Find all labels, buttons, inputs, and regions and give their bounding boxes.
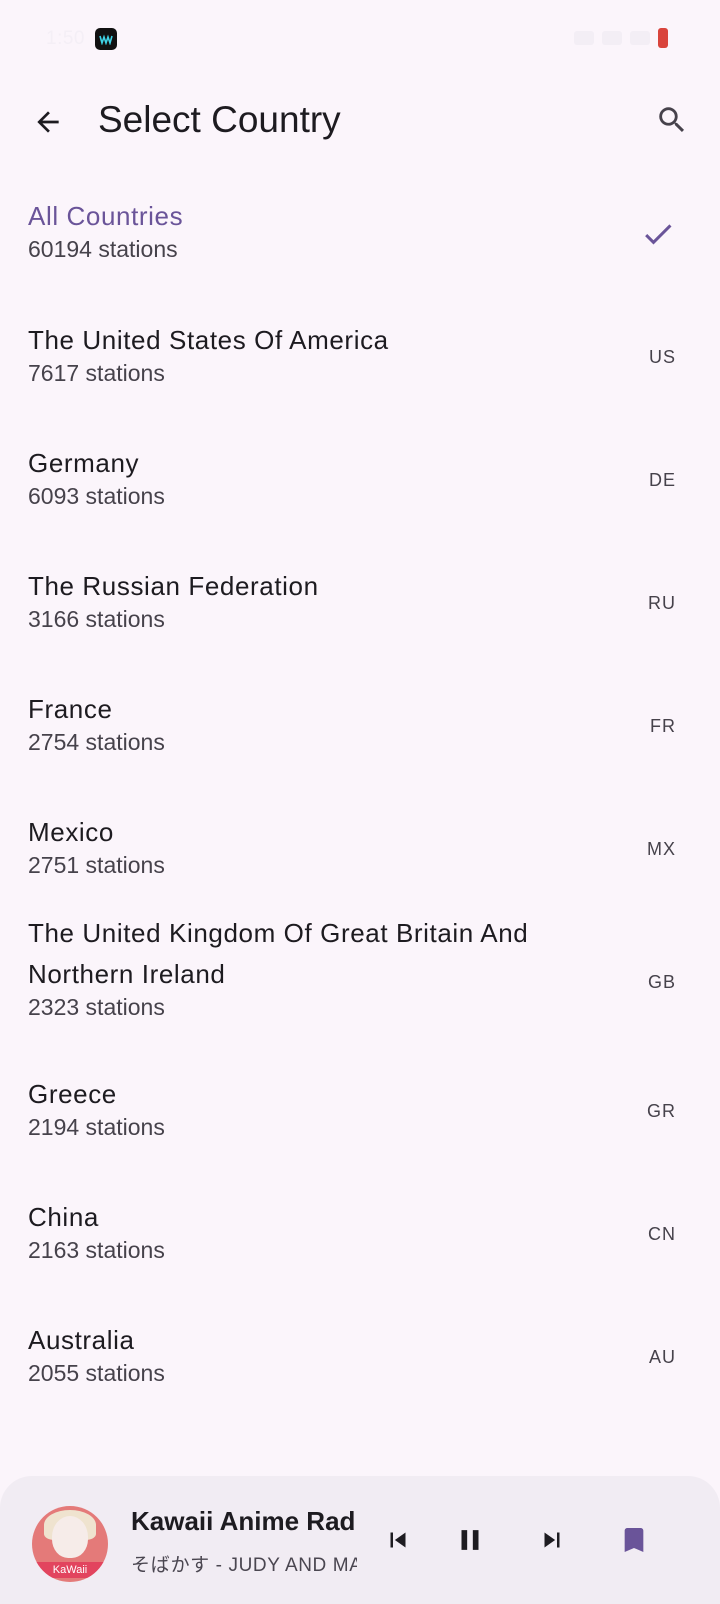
bookmark-icon [624, 1528, 644, 1552]
now-playing-track: そばかす - JUDY AND MARY [131, 1555, 357, 1576]
station-count: 2194 stations [28, 1114, 165, 1140]
country-name: Greece [28, 1079, 117, 1109]
station-title: Kawaii Anime Radio [131, 1506, 357, 1536]
page-title: Select Country [98, 99, 341, 140]
country-code: GB [647, 972, 676, 992]
country-list: All Countries 60194 stations The United … [0, 176, 720, 1433]
app-notification-icon [94, 28, 117, 50]
country-item-us[interactable]: The United States Of America 7617 statio… [0, 300, 720, 423]
status-left: 1:50 [46, 28, 117, 50]
top-app-bar: Select Country [0, 80, 720, 160]
alarm-icon [574, 31, 594, 45]
station-count: 2754 stations [28, 729, 165, 755]
country-item-de[interactable]: Germany 6093 stations DE [0, 423, 720, 546]
station-count: 6093 stations [28, 483, 165, 509]
previous-button[interactable] [376, 1518, 420, 1562]
back-button[interactable] [24, 98, 72, 146]
country-item-mx[interactable]: Mexico 2751 stations MX [0, 792, 720, 908]
country-code: DE [648, 470, 676, 490]
country-name: All Countries [28, 201, 184, 231]
country-name: China [28, 1202, 99, 1232]
artwork-face [52, 1516, 88, 1558]
pause-icon [461, 1530, 479, 1550]
station-count: 2751 stations [28, 852, 165, 878]
country-name: Australia [28, 1325, 135, 1355]
search-button[interactable] [648, 96, 696, 144]
country-code: CN [648, 1224, 676, 1244]
mini-player[interactable]: KaWaii Kawaii Anime Radio そばかす - JUDY AN… [0, 1476, 720, 1604]
station-count: 2163 stations [28, 1237, 165, 1263]
country-item-au[interactable]: Australia 2055 stations AU [0, 1310, 720, 1433]
bookmark-button[interactable] [612, 1518, 656, 1562]
country-code: GR [647, 1101, 676, 1121]
station-count: 60194 stations [28, 236, 178, 262]
wifi-icon [630, 31, 650, 45]
country-name: France [28, 694, 113, 724]
check-icon [645, 224, 672, 245]
signal-icon [602, 31, 622, 45]
country-item-gr[interactable]: Greece 2194 stations GR [0, 1064, 720, 1187]
skip-next-icon [544, 1532, 560, 1548]
station-count: 3166 stations [28, 606, 165, 632]
country-item-ru[interactable]: The Russian Federation 3166 stations RU [0, 546, 720, 669]
country-name: The United States Of America [28, 325, 389, 355]
country-code: RU [648, 593, 676, 613]
country-code: MX [647, 839, 676, 859]
status-time: 1:50 [46, 28, 85, 49]
station-count: 2323 stations [28, 994, 165, 1020]
station-count: 2055 stations [28, 1360, 165, 1386]
skip-previous-icon [390, 1532, 406, 1548]
country-name: The United Kingdom Of Great Britain And [28, 918, 529, 948]
country-item-gb[interactable]: The United Kingdom Of Great Britain And … [0, 908, 720, 1064]
artwork-label: KaWaii [32, 1562, 108, 1578]
country-name: Germany [28, 448, 140, 478]
station-count: 7617 stations [28, 360, 165, 386]
battery-icon [658, 28, 668, 48]
country-code: AU [648, 1347, 676, 1367]
country-name: Mexico [28, 817, 114, 847]
country-code: FR [650, 716, 676, 736]
next-button[interactable] [530, 1518, 574, 1562]
search-icon [659, 107, 685, 133]
country-item-cn[interactable]: China 2163 stations CN [0, 1187, 720, 1310]
country-name: The Russian Federation [28, 571, 319, 601]
country-item-fr[interactable]: France 2754 stations FR [0, 669, 720, 792]
country-code: US [648, 347, 676, 367]
arrow-back-icon [37, 111, 59, 133]
pause-button[interactable] [448, 1518, 492, 1562]
status-right [574, 28, 668, 48]
station-artwork: KaWaii [32, 1506, 108, 1582]
country-name-line2: Northern Ireland [28, 959, 226, 989]
status-bar: 1:50 [0, 0, 720, 80]
country-item-all[interactable]: All Countries 60194 stations [0, 176, 720, 300]
